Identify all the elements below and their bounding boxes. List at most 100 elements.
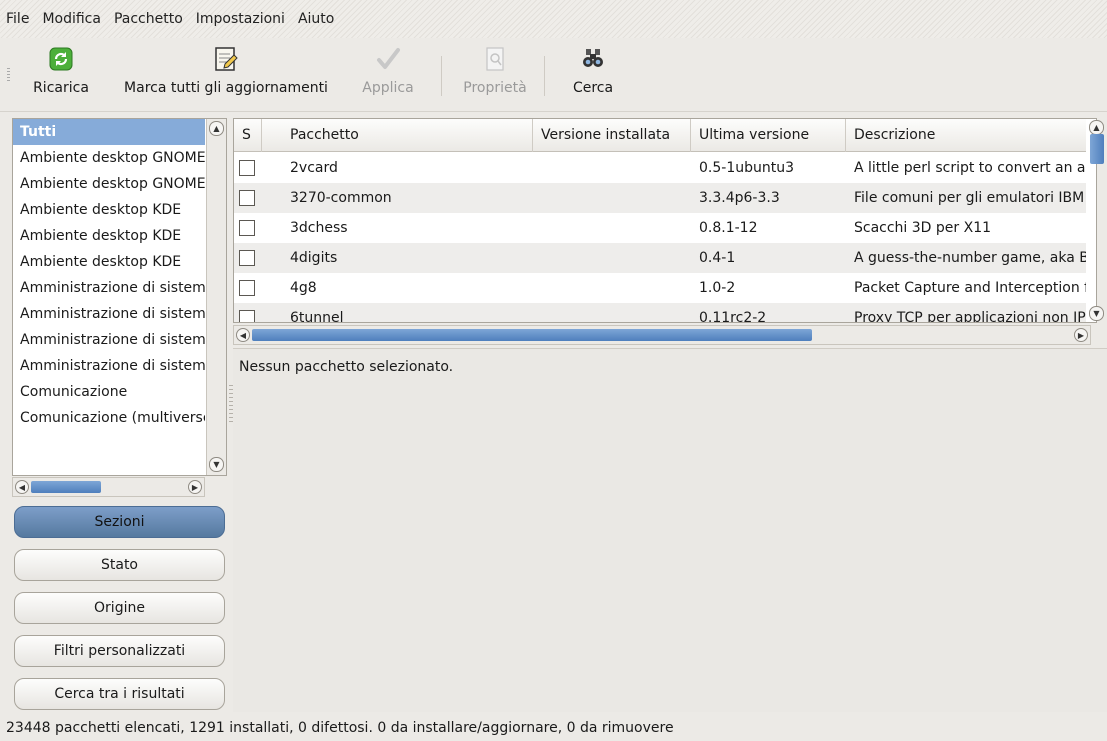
scroll-up-arrow-icon[interactable]: ▲ <box>209 121 224 136</box>
table-row[interactable]: 4g8 1.0-2 Packet Capture and Interception … <box>234 273 1086 303</box>
description-cell: A guess-the-number game, aka Bulls and C… <box>854 250 1086 266</box>
installed-version-cell <box>541 183 689 213</box>
package-checkbox[interactable] <box>239 220 255 236</box>
latest-version-cell: 0.5-1ubuntu3 <box>699 160 794 176</box>
latest-version-cell: 1.0-2 <box>699 280 736 296</box>
package-checkbox[interactable] <box>239 160 255 176</box>
table-hscroll-thumb[interactable] <box>252 329 812 341</box>
package-name-cell: 4g8 <box>290 280 317 296</box>
apply-button[interactable]: Applica <box>352 46 424 104</box>
description-cell: Proxy TCP per applicazioni non IPv6 <box>854 310 1086 323</box>
reload-icon <box>49 47 73 71</box>
scroll-left-arrow-icon[interactable]: ◀ <box>15 480 29 494</box>
origin-filter-button[interactable]: Origine <box>14 592 225 624</box>
sections-list[interactable]: Tutti Ambiente desktop GNOME Ambiente desk… <box>12 118 227 476</box>
table-scroll-down-arrow-icon[interactable]: ▼ <box>1089 306 1104 321</box>
table-scroll-up-arrow-icon[interactable]: ▲ <box>1089 120 1104 135</box>
package-details-pane: Nessun pacchetto selezionato. <box>233 348 1107 712</box>
package-checkbox[interactable] <box>239 310 255 322</box>
menu-impostazioni[interactable]: Impostazioni <box>196 11 285 27</box>
menu-pacchetto[interactable]: Pacchetto <box>114 11 183 27</box>
apply-check-icon <box>377 48 400 69</box>
package-name-cell: 4digits <box>290 250 338 266</box>
latest-version-cell: 3.3.4p6-3.3 <box>699 190 780 206</box>
table-horizontal-scrollbar[interactable]: ◀ ▶ <box>233 325 1091 345</box>
origin-filter-label: Origine <box>94 600 145 616</box>
installed-version-cell <box>541 213 689 243</box>
custom-filters-button[interactable]: Filtri personalizzati <box>14 635 225 667</box>
mark-all-upgrades-button[interactable]: Marca tutti gli aggiornamenti <box>112 46 340 104</box>
latest-version-cell: 0.4-1 <box>699 250 736 266</box>
section-list-item[interactable]: Comunicazione <box>13 379 205 405</box>
details-text: Nessun pacchetto selezionato. <box>239 359 454 375</box>
description-cell: File comuni per gli emulatori IBM 3270 <box>854 190 1086 206</box>
search-label: Cerca <box>572 80 614 96</box>
package-name-cell: 6tunnel <box>290 310 344 323</box>
sections-filter-label: Sezioni <box>94 514 145 530</box>
table-row[interactable]: 3dchess 0.8.1-12 Scacchi 3D per X11 <box>234 213 1086 243</box>
table-scroll-right-arrow-icon[interactable]: ▶ <box>1074 328 1088 342</box>
section-list-item[interactable]: Ambiente desktop GNOME <box>13 145 205 171</box>
menu-aiuto[interactable]: Aiuto <box>298 11 334 27</box>
properties-icon <box>486 47 504 71</box>
package-table[interactable]: S Pacchetto Versione installata Ultima v… <box>233 118 1097 323</box>
package-name-cell: 3270-common <box>290 190 392 206</box>
search-button[interactable]: Cerca <box>560 46 626 104</box>
section-list-item[interactable]: Tutti <box>13 119 205 145</box>
toolbar: Ricarica Marca tutti gli aggiornamenti A… <box>0 38 1107 112</box>
custom-filters-label: Filtri personalizzati <box>53 643 186 659</box>
menubar: File Modifica Pacchetto Impostazioni Aiu… <box>0 0 1107 38</box>
installed-version-cell <box>541 243 689 273</box>
section-list-item[interactable]: Amministrazione di sistema <box>13 275 205 301</box>
reload-button[interactable]: Ricarica <box>22 46 100 104</box>
section-list-item[interactable]: Ambiente desktop GNOME <box>13 171 205 197</box>
sections-hscroll-thumb[interactable] <box>31 481 101 493</box>
reload-label: Ricarica <box>33 80 89 96</box>
menu-file[interactable]: File <box>6 11 29 27</box>
properties-label: Proprietà <box>463 80 527 96</box>
section-list-item[interactable]: Ambiente desktop KDE <box>13 197 205 223</box>
status-bar: 23448 pacchetti elencati, 1291 installat… <box>0 716 1107 741</box>
column-header-status[interactable]: S <box>234 119 262 152</box>
package-name-cell: 3dchess <box>290 220 348 236</box>
column-header-latest-version[interactable]: Ultima versione <box>691 119 846 152</box>
status-filter-label: Stato <box>100 557 138 573</box>
package-checkbox[interactable] <box>239 190 255 206</box>
section-list-item[interactable]: Ambiente desktop KDE <box>13 249 205 275</box>
toolbar-separator <box>544 56 545 96</box>
toolbar-separator <box>441 56 442 96</box>
status-filter-button[interactable]: Stato <box>14 549 225 581</box>
section-list-item[interactable]: Comunicazione (multiverse) <box>13 405 205 431</box>
properties-button[interactable]: Proprietà <box>453 46 537 104</box>
table-vscroll-thumb[interactable] <box>1090 134 1104 164</box>
scroll-down-arrow-icon[interactable]: ▼ <box>209 457 224 472</box>
section-list-item[interactable]: Ambiente desktop KDE <box>13 223 205 249</box>
description-cell: Scacchi 3D per X11 <box>854 220 992 236</box>
sections-rows: Tutti Ambiente desktop GNOME Ambiente desk… <box>13 119 226 431</box>
section-list-item[interactable]: Amministrazione di sistema <box>13 353 205 379</box>
column-header-installed-version[interactable]: Versione installata <box>533 119 691 152</box>
table-scroll-left-arrow-icon[interactable]: ◀ <box>236 328 250 342</box>
table-row[interactable]: 6tunnel 0.11rc2-2 Proxy TCP per applicazio… <box>234 303 1086 323</box>
toolbar-grip[interactable] <box>7 68 10 82</box>
package-checkbox[interactable] <box>239 250 255 266</box>
mark-upgrades-icon <box>215 47 238 71</box>
package-checkbox[interactable] <box>239 280 255 296</box>
table-vertical-scrollbar[interactable]: ▲ ▼ <box>1087 118 1107 323</box>
table-row[interactable]: 4digits 0.4-1 A guess-the-number game, aka… <box>234 243 1086 273</box>
table-row[interactable]: 2vcard 0.5-1ubuntu3 A little perl script t… <box>234 153 1086 183</box>
scroll-right-arrow-icon[interactable]: ▶ <box>188 480 202 494</box>
package-name-cell: 2vcard <box>290 160 338 176</box>
column-header-package[interactable]: Pacchetto <box>282 119 533 152</box>
menu-modifica[interactable]: Modifica <box>42 11 101 27</box>
search-results-label: Cerca tra i risultati <box>54 686 185 702</box>
table-row[interactable]: 3270-common 3.3.4p6-3.3 File comuni per gl… <box>234 183 1086 213</box>
search-results-button[interactable]: Cerca tra i risultati <box>14 678 225 710</box>
section-list-item[interactable]: Amministrazione di sistema <box>13 327 205 353</box>
sections-horizontal-scrollbar[interactable]: ◀ ▶ <box>12 477 205 497</box>
section-list-item[interactable]: Amministrazione di sistema <box>13 301 205 327</box>
installed-version-cell <box>541 153 689 183</box>
sections-vertical-scrollbar[interactable]: ▲ ▼ <box>206 119 226 475</box>
sections-filter-button[interactable]: Sezioni <box>14 506 225 538</box>
column-header-description[interactable]: Descrizione <box>846 119 1086 152</box>
